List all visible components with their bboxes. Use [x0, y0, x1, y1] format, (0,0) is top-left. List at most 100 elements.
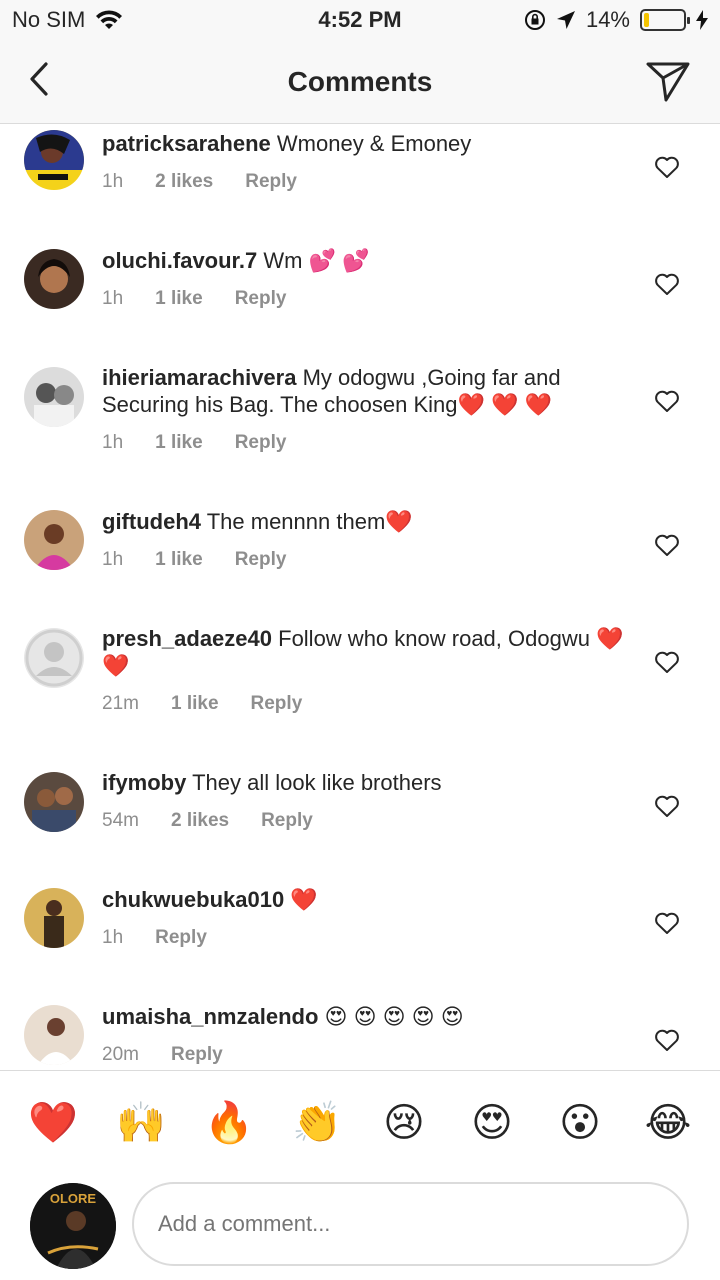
comment-username[interactable]: patricksarahene — [102, 131, 271, 156]
emoji-raising-hands[interactable]: 🙌 — [116, 1099, 166, 1147]
emoji-heart-eyes[interactable]: 😍 — [468, 1099, 516, 1147]
comment-item: ifymoby They all look like brothers 54m … — [0, 763, 720, 880]
like-heart-icon[interactable] — [654, 911, 680, 935]
battery-icon — [640, 9, 690, 31]
avatar[interactable] — [24, 1005, 84, 1065]
add-comment-input[interactable] — [132, 1182, 689, 1266]
comment-likes[interactable]: 2 likes — [155, 171, 213, 193]
comment-item: giftudeh4 The mennnn them❤️ 1h 1 like Re… — [0, 502, 720, 619]
comment-username[interactable]: chukwuebuka010 — [102, 887, 284, 912]
current-user-avatar: OLORE — [30, 1183, 116, 1269]
like-heart-icon[interactable] — [654, 794, 680, 818]
emoji-crying-face[interactable]: 😢 — [380, 1099, 428, 1147]
reply-button[interactable]: Reply — [235, 288, 287, 310]
comment-body: 😍 😍 😍 😍 😍 — [324, 1004, 464, 1029]
reply-button[interactable]: Reply — [235, 432, 287, 454]
avatar[interactable] — [24, 249, 84, 309]
avatar[interactable] — [24, 130, 84, 190]
comment-time: 1h — [102, 432, 124, 453]
comment-likes[interactable]: 1 like — [155, 288, 203, 310]
orientation-lock-icon — [524, 10, 545, 30]
comment-body: The mennnn them❤️ — [206, 509, 413, 534]
comment-text: umaisha_nmzalendo 😍 😍 😍 😍 😍 — [102, 1003, 632, 1030]
comment-meta: 21m 1 like Reply — [102, 693, 302, 715]
comment-body: ❤️ — [290, 887, 318, 912]
comment-text: ihieriamarachivera My odogwu ,Going far … — [102, 364, 632, 418]
avatar-logo-text: OLORE — [50, 1191, 97, 1206]
location-arrow-icon — [556, 11, 575, 29]
comment-username[interactable]: ifymoby — [102, 770, 186, 795]
emoji-reaction-bar: ❤️ 🙌 🔥 👏 😢 😍 😮 😂 — [0, 1070, 720, 1176]
like-heart-icon[interactable] — [654, 155, 680, 179]
avatar[interactable] — [24, 888, 84, 948]
like-heart-icon[interactable] — [654, 272, 680, 296]
emoji-laughing-tears[interactable]: 😂 — [644, 1099, 692, 1147]
comment-likes[interactable]: 2 likes — [171, 810, 229, 832]
comment-likes[interactable]: 1 like — [171, 693, 219, 715]
reply-button[interactable]: Reply — [171, 1044, 223, 1066]
emoji-fire[interactable]: 🔥 — [204, 1099, 254, 1147]
comment-meta: 1h 2 likes Reply — [102, 171, 297, 193]
avatar[interactable] — [24, 510, 84, 570]
comment-time: 54m — [102, 810, 139, 831]
battery-percent: 14% — [585, 7, 630, 32]
comment-time: 1h — [102, 927, 124, 948]
reply-button[interactable]: Reply — [261, 810, 313, 832]
comment-username[interactable]: ihieriamarachivera — [102, 365, 296, 390]
like-heart-icon[interactable] — [654, 650, 680, 674]
comment-username[interactable]: presh_adaeze40 — [102, 626, 272, 651]
comment-item: umaisha_nmzalendo 😍 😍 😍 😍 😍 20m Reply — [0, 997, 720, 1070]
comment-text: oluchi.favour.7 Wm 💕 💕 — [102, 247, 632, 274]
status-bar: No SIM 4:52 PM 14% — [0, 0, 720, 40]
comment-meta: 1h 1 like Reply — [102, 549, 286, 571]
emoji-clapping-hands[interactable]: 👏 — [292, 1099, 342, 1147]
comment-username[interactable]: oluchi.favour.7 — [102, 248, 257, 273]
battery-level — [644, 13, 649, 27]
comment-meta: 54m 2 likes Reply — [102, 810, 313, 832]
reply-button[interactable]: Reply — [245, 171, 297, 193]
comments-list: patricksarahene Wmoney & Emoney 1h 2 lik… — [0, 124, 720, 1070]
comment-meta: 20m Reply — [102, 1044, 223, 1066]
comment-likes[interactable]: 1 like — [155, 549, 203, 571]
reply-button[interactable]: Reply — [235, 549, 287, 571]
reply-button[interactable]: Reply — [251, 693, 303, 715]
comment-item: patricksarahene Wmoney & Emoney 1h 2 lik… — [0, 124, 720, 241]
comment-body: They all look like brothers — [192, 770, 442, 795]
comment-text: giftudeh4 The mennnn them❤️ — [102, 508, 632, 535]
comment-item: ihieriamarachivera My odogwu ,Going far … — [0, 358, 720, 502]
comment-body: Wmoney & Emoney — [276, 131, 472, 156]
page-title: Comments — [287, 66, 433, 97]
avatar[interactable] — [24, 772, 84, 832]
comment-time: 1h — [102, 549, 124, 570]
comment-text: presh_adaeze40 Follow who know road, Odo… — [102, 625, 632, 679]
comment-item: oluchi.favour.7 Wm 💕 💕 1h 1 like Reply — [0, 241, 720, 358]
comment-text: chukwuebuka010 ❤️ — [102, 886, 632, 913]
comment-item: presh_adaeze40 Follow who know road, Odo… — [0, 619, 720, 763]
comment-time: 21m — [102, 693, 139, 714]
status-right: 14% — [524, 7, 708, 33]
direct-send-icon[interactable] — [644, 56, 692, 104]
nav-bar: Comments — [0, 40, 720, 124]
comment-time: 1h — [102, 288, 124, 309]
emoji-surprised-face[interactable]: 😮 — [556, 1099, 604, 1147]
avatar[interactable] — [24, 367, 84, 427]
comment-item: chukwuebuka010 ❤️ 1h Reply — [0, 880, 720, 997]
like-heart-icon[interactable] — [654, 389, 680, 413]
comment-body: Wm 💕 💕 — [263, 248, 370, 273]
comment-likes[interactable]: 1 like — [155, 432, 203, 454]
reply-button[interactable]: Reply — [155, 927, 207, 949]
charging-bolt-icon — [696, 10, 708, 30]
avatar[interactable] — [24, 628, 84, 688]
comment-text: ifymoby They all look like brothers — [102, 769, 632, 796]
comment-time: 20m — [102, 1044, 139, 1065]
comment-meta: 1h Reply — [102, 927, 207, 949]
comment-text: patricksarahene Wmoney & Emoney — [102, 130, 632, 157]
comment-username[interactable]: giftudeh4 — [102, 509, 201, 534]
comment-meta: 1h 1 like Reply — [102, 288, 286, 310]
emoji-red-heart[interactable]: ❤️ — [28, 1099, 78, 1147]
comment-username[interactable]: umaisha_nmzalendo — [102, 1004, 318, 1029]
like-heart-icon[interactable] — [654, 1028, 680, 1052]
comment-time: 1h — [102, 171, 124, 192]
comment-meta: 1h 1 like Reply — [102, 432, 286, 454]
like-heart-icon[interactable] — [654, 533, 680, 557]
